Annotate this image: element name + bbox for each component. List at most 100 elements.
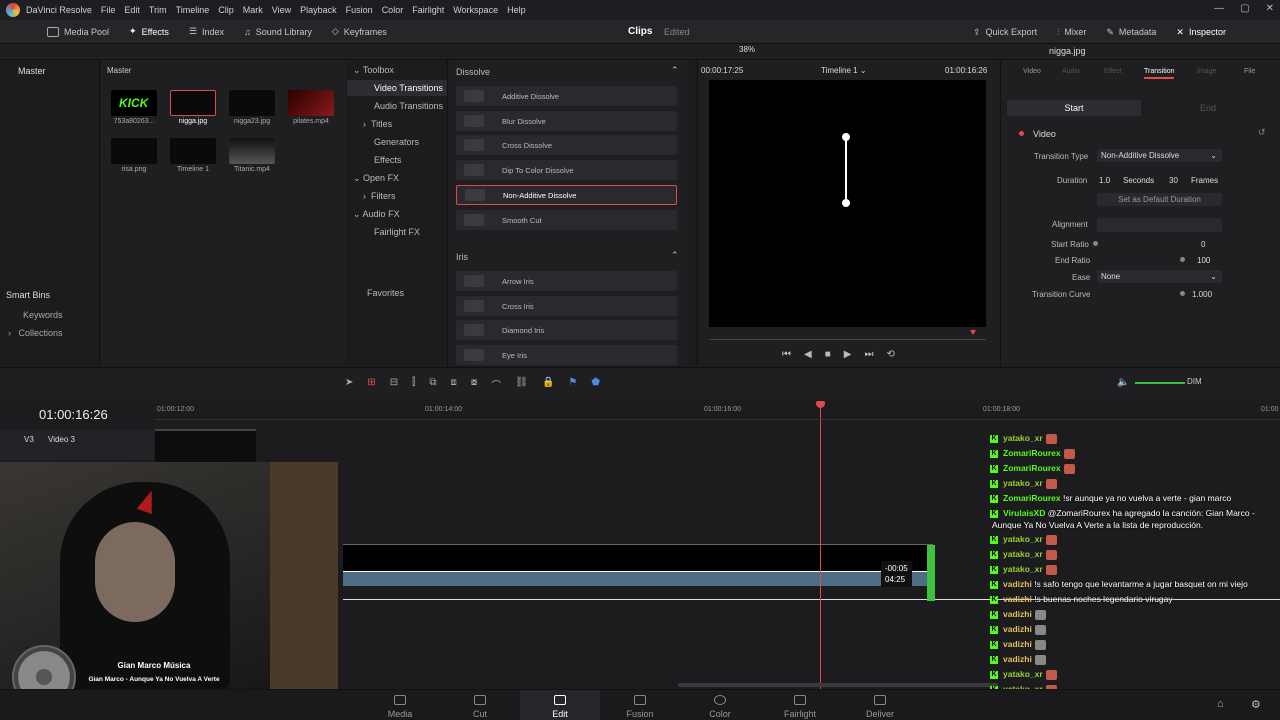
tab-audio[interactable]: Audio [1062, 68, 1080, 75]
page-deliver[interactable]: Deliver [840, 690, 920, 720]
home-icon[interactable]: ⌂ [1217, 698, 1224, 710]
toolbox-item[interactable]: ⌄ Toolbox [353, 65, 394, 76]
tree-favorites[interactable]: Favorites [367, 288, 404, 298]
menu-clip[interactable]: Clip [218, 5, 234, 15]
transition-type-dropdown[interactable]: Non-Additive Dissolve ⌄ [1097, 149, 1222, 162]
end-ratio-value[interactable]: 100 [1197, 256, 1210, 265]
go-to-end-icon[interactable]: ⏭ [864, 349, 873, 360]
maximize-icon[interactable]: ▢ [1240, 3, 1249, 14]
tree-filters[interactable]: › Filters [363, 191, 396, 201]
fx-non-additive-dissolve[interactable]: Non-Additive Dissolve [456, 185, 677, 205]
insert-clip-icon[interactable]: ⧉ [429, 377, 436, 392]
start-ratio-value[interactable]: 0 [1201, 240, 1205, 249]
blade-tool-icon[interactable]: ⫿ [412, 377, 415, 392]
keyframes-button[interactable]: ◇ Keyframes [322, 20, 397, 44]
volume-slider[interactable] [1135, 382, 1185, 384]
effects-button[interactable]: ✦ Effects [119, 20, 179, 44]
viewer-screen[interactable] [709, 80, 986, 327]
media-pool-button[interactable]: Media Pool [0, 20, 119, 44]
menu-help[interactable]: Help [507, 5, 526, 15]
menu-fairlight[interactable]: Fairlight [412, 5, 444, 15]
fx-additive-dissolve[interactable]: Additive Dissolve [456, 86, 677, 106]
master-bin[interactable]: Master [18, 66, 46, 76]
page-fairlight[interactable]: Fairlight [760, 690, 840, 720]
flag-icon[interactable]: ⚑ [568, 377, 577, 392]
iris-header[interactable]: Iris [456, 252, 468, 262]
loop-icon[interactable]: ⟲ [886, 349, 894, 360]
go-to-start-icon[interactable]: ⏮ [782, 349, 791, 360]
playhead-marker-icon[interactable] [970, 330, 976, 335]
replace-clip-icon[interactable]: ⧇ [471, 377, 477, 392]
timeline-selector[interactable]: Timeline 1 ⌄ [821, 66, 867, 75]
close-icon[interactable]: ✕ [1266, 3, 1274, 14]
viewer-point-top[interactable] [842, 133, 850, 141]
fx-cross-iris[interactable]: Cross Iris [456, 296, 677, 316]
timeline-ruler[interactable]: 01:00:12:00 01:00:14:00 01:00:16:00 01:0… [155, 404, 1280, 420]
viewer-point-bottom[interactable] [842, 199, 850, 207]
menu-timeline[interactable]: Timeline [176, 5, 210, 15]
menu-mark[interactable]: Mark [243, 5, 263, 15]
stop-icon[interactable]: ■ [825, 349, 831, 360]
mixer-button[interactable]: ⫶ Mixer [1047, 20, 1096, 44]
fx-eye-iris[interactable]: Eye Iris [456, 345, 677, 365]
snapping-icon[interactable]: ⌒ [491, 377, 501, 392]
tree-effects[interactable]: Effects [374, 155, 401, 165]
play-reverse-icon[interactable]: ◀ [804, 349, 812, 360]
menu-file[interactable]: File [101, 5, 116, 15]
track-name[interactable]: Video 3 [48, 435, 75, 444]
dim-button[interactable]: DIM [1187, 377, 1202, 386]
tree-audio-transitions[interactable]: Audio Transitions [374, 101, 443, 111]
tree-fairlight-fx[interactable]: Fairlight FX [374, 227, 420, 237]
tab-image[interactable]: Image [1197, 68, 1216, 75]
page-fusion[interactable]: Fusion [600, 690, 680, 720]
settings-gear-icon[interactable]: ⚙ [1251, 698, 1261, 711]
page-color[interactable]: Color [680, 690, 760, 720]
link-icon[interactable]: ⛓ [515, 377, 528, 392]
chevron-up-icon[interactable]: ⌃ [671, 65, 679, 76]
inspector-button[interactable]: ✕ Inspector [1166, 20, 1236, 44]
fx-arrow-iris[interactable]: Arrow Iris [456, 271, 677, 291]
marker-icon[interactable]: ⬟ [591, 377, 600, 392]
menu-trim[interactable]: Trim [149, 5, 167, 15]
menu-color[interactable]: Color [382, 5, 404, 15]
menu-edit[interactable]: Edit [124, 5, 140, 15]
tab-effect[interactable]: Effect [1104, 68, 1122, 75]
zoom-level[interactable]: 38% [739, 45, 755, 54]
menu-view[interactable]: View [272, 5, 291, 15]
start-tab[interactable]: Start [1007, 100, 1141, 116]
start-ratio-slider[interactable] [1093, 241, 1098, 246]
playhead[interactable] [820, 405, 821, 689]
page-edit[interactable]: Edit [520, 690, 600, 720]
end-ratio-slider[interactable] [1180, 257, 1185, 262]
fx-blur-dissolve[interactable]: Blur Dissolve [456, 111, 677, 131]
menu-playback[interactable]: Playback [300, 5, 337, 15]
collections-bin[interactable]: › Collections [8, 328, 63, 338]
video-clip[interactable] [343, 544, 933, 572]
set-default-duration-button[interactable]: Set as Default Duration [1097, 193, 1222, 206]
clip-thumb-4[interactable] [111, 138, 157, 164]
clip-thumb-1[interactable] [170, 90, 216, 116]
menu-fusion[interactable]: Fusion [346, 5, 373, 15]
clip-thumb-2[interactable] [229, 90, 275, 116]
clip-thumb-6[interactable] [229, 138, 275, 164]
metadata-button[interactable]: ✎ Metadata [1096, 20, 1166, 44]
lock-icon[interactable]: 🔒 [542, 377, 554, 392]
dynamic-trim-icon[interactable]: ⊟ [390, 377, 398, 392]
fx-dip-to-color-dissolve[interactable]: Dip To Color Dissolve [456, 160, 677, 180]
fx-smooth-cut[interactable]: Smooth Cut [456, 210, 677, 230]
duration-frames[interactable]: 30 [1169, 176, 1178, 185]
tab-video[interactable]: Video [1021, 68, 1043, 75]
transition-curve-slider[interactable] [1180, 291, 1185, 296]
timeline-timecode[interactable]: 01:00:16:26 [39, 407, 108, 422]
tree-video-transitions[interactable]: Video Transitions [347, 80, 447, 96]
reset-icon[interactable]: ↺ [1258, 127, 1266, 138]
tree-generators[interactable]: Generators [374, 137, 419, 147]
ease-dropdown[interactable]: None ⌄ [1097, 270, 1222, 283]
speaker-icon[interactable]: 🔈 [1117, 377, 1129, 388]
trim-handle[interactable] [927, 545, 935, 601]
chevron-up-icon[interactable]: ⌃ [671, 250, 679, 261]
fx-diamond-iris[interactable]: Diamond Iris [456, 320, 677, 340]
audio-clip[interactable] [343, 572, 933, 586]
minimize-icon[interactable]: — [1214, 3, 1224, 14]
timeline-clip[interactable] [155, 429, 256, 464]
